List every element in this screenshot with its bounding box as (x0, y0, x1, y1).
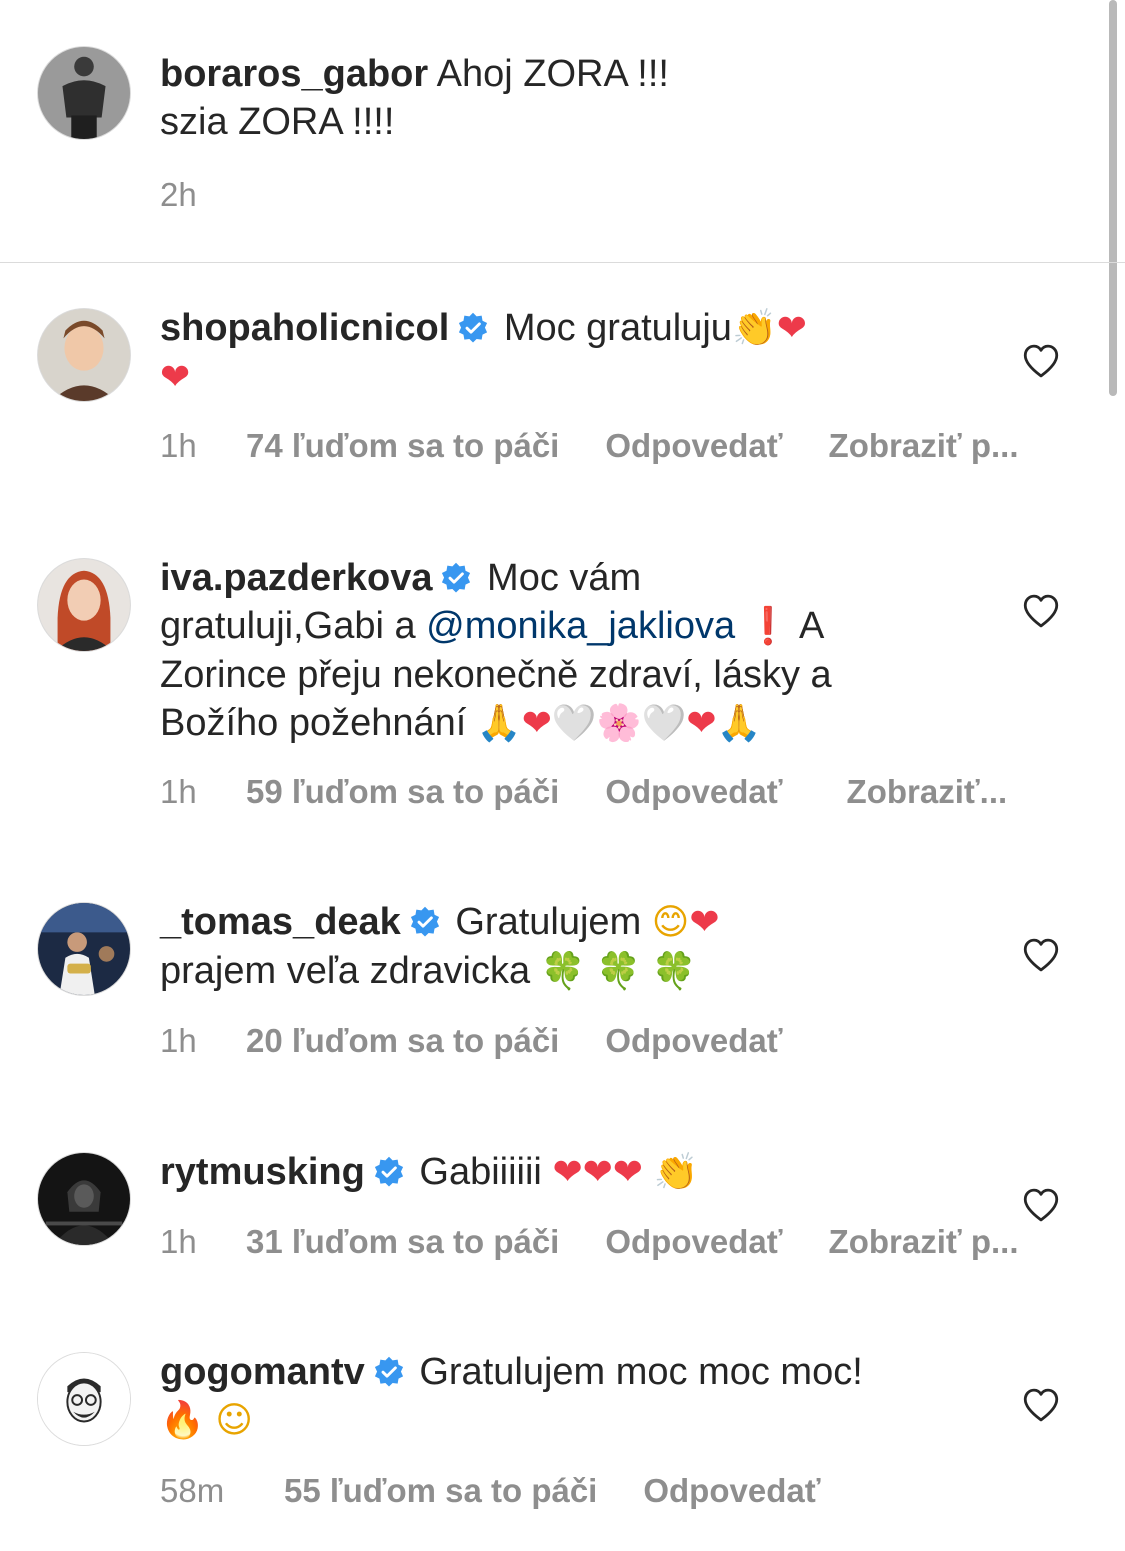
likes-count[interactable]: 74 ľuďom sa to páči (246, 426, 559, 466)
caption-meta: 2h (160, 175, 1105, 215)
avatar[interactable] (37, 46, 131, 140)
red-heart-emoji: ❤ (776, 308, 807, 349)
avatar[interactable] (37, 1352, 131, 1446)
likes-count[interactable]: 20 ľuďom sa to páči (246, 1021, 559, 1061)
timestamp: 1h (160, 773, 197, 810)
comment-body: Božího požehnání (160, 702, 467, 744)
reply-button[interactable]: Odpovedať (605, 772, 782, 812)
username[interactable]: iva.pazderkova (160, 557, 432, 599)
comment-body: Gratulujem moc moc moc! (419, 1351, 863, 1393)
clover-emoji: 🍀 (540, 951, 586, 992)
pray-emoji: 🙏 (716, 703, 762, 744)
caption-line2: szia ZORA !!!! (160, 101, 395, 143)
comment-meta: 1h 20 ľuďom sa to páči Odpovedať (160, 1021, 1105, 1061)
comment-body: prajem veľa zdravicka (160, 950, 531, 992)
post-caption: boraros_gabor Ahoj ZORA !!! szia ZORA !!… (0, 0, 1125, 263)
avatar[interactable] (37, 902, 131, 996)
mention-link[interactable]: @monika_jakliova (426, 605, 735, 647)
comment-text: shopaholicnicol Moc gratuluju👏❤ ❤ (160, 304, 940, 402)
verified-badge-icon (457, 312, 489, 344)
timestamp: 1h (160, 1022, 197, 1059)
avatar[interactable] (37, 308, 131, 402)
smile-emoji: 😊 (651, 902, 690, 943)
verified-badge-icon (373, 1156, 405, 1188)
likes-count[interactable]: 31 ľuďom sa to páči (246, 1222, 559, 1262)
comment-body: Gabiiiiii (419, 1151, 542, 1193)
exclamation-emoji: ❗ (745, 606, 791, 647)
red-heart-emoji: ❤ (552, 1152, 583, 1193)
fire-emoji: 🔥 (160, 1400, 205, 1441)
translate-link[interactable]: Zobraziť p... (829, 426, 1019, 466)
timestamp: 58m (160, 1472, 225, 1509)
avatar[interactable] (37, 1152, 131, 1246)
timestamp: 1h (160, 427, 197, 464)
blush-emoji: ☺ (215, 1400, 253, 1441)
comment-text: iva.pazderkova Moc vám gratuluji,Gabi a … (160, 554, 940, 748)
comment-text: rytmusking Gabiiiiii ❤❤❤ 👏 (160, 1148, 940, 1197)
red-heart-emoji: ❤ (521, 703, 552, 744)
clap-emoji: 👏 (731, 308, 777, 349)
comment-meta: 1h 59 ľuďom sa to páči Odpovedať Zobraziť..… (160, 772, 1105, 812)
heart-outline-icon[interactable] (1020, 934, 1062, 976)
white-heart-emoji: 🤍 (551, 703, 597, 744)
red-heart-emoji: ❤ (160, 357, 191, 398)
comment-meta: 58m 55 ľuďom sa to páči Odpovedať (160, 1471, 1105, 1511)
clover-emoji: 🍀 (596, 951, 641, 992)
username[interactable]: gogomantv (160, 1351, 365, 1393)
red-heart-emoji: ❤ (686, 703, 717, 744)
reply-button[interactable]: Odpovedať (605, 426, 782, 466)
comment-text: _tomas_deak Gratulujem 😊❤ prajem veľa zd… (160, 898, 940, 996)
heart-outline-icon[interactable] (1020, 1184, 1062, 1226)
username[interactable]: boraros_gabor (160, 53, 428, 95)
likes-count[interactable]: 55 ľuďom sa to páči (284, 1471, 597, 1511)
translate-link[interactable]: Zobraziť... (847, 772, 1008, 812)
heart-outline-icon[interactable] (1020, 1384, 1062, 1426)
comment-body: Moc gratuluju (503, 307, 732, 349)
likes-count[interactable]: 59 ľuďom sa to páči (246, 772, 559, 812)
white-heart-emoji: 🤍 (641, 703, 687, 744)
translate-link[interactable]: Zobraziť p... (829, 1222, 1019, 1262)
reply-button[interactable]: Odpovedať (643, 1471, 820, 1511)
clover-emoji: 🍀 (651, 951, 697, 992)
heart-outline-icon[interactable] (1020, 340, 1062, 382)
comment-body: Moc vám (487, 557, 642, 599)
reply-button[interactable]: Odpovedať (605, 1222, 782, 1262)
clap-emoji: 👏 (653, 1152, 699, 1193)
caption-line1: Ahoj ZORA !!! (436, 53, 669, 95)
timestamp: 1h (160, 1223, 197, 1260)
verified-badge-icon (373, 1356, 405, 1388)
blossom-emoji: 🌸 (596, 703, 642, 744)
timestamp: 2h (160, 176, 197, 213)
red-heart-emoji: ❤ (582, 1152, 613, 1193)
verified-badge-icon (440, 562, 472, 594)
avatar[interactable] (37, 558, 131, 652)
comment-text: gogomantv Gratulujem moc moc moc! 🔥 ☺ (160, 1348, 940, 1445)
verified-badge-icon (409, 906, 441, 938)
username[interactable]: rytmusking (160, 1151, 365, 1193)
pray-emoji: 🙏 (476, 703, 522, 744)
red-heart-emoji: ❤ (689, 902, 720, 943)
red-heart-emoji: ❤ (612, 1152, 643, 1193)
comment-meta: 1h 74 ľuďom sa to páči Odpovedať Zobraziť p… (160, 426, 1105, 466)
caption-text: boraros_gabor Ahoj ZORA !!! szia ZORA !!… (160, 50, 1060, 146)
username[interactable]: _tomas_deak (160, 901, 401, 943)
reply-button[interactable]: Odpovedať (605, 1021, 782, 1061)
username[interactable]: shopaholicnicol (160, 307, 449, 349)
comment-body: A (798, 605, 825, 647)
comment-body: gratuluji,Gabi a (160, 605, 416, 647)
comment-body: Zorince přeju nekonečně zdraví, lásky a (160, 654, 832, 696)
heart-outline-icon[interactable] (1020, 590, 1062, 632)
comment-body: Gratulujem (455, 901, 642, 943)
comment-meta: 1h 31 ľuďom sa to páči Odpovedať Zobraziť p… (160, 1222, 1105, 1262)
